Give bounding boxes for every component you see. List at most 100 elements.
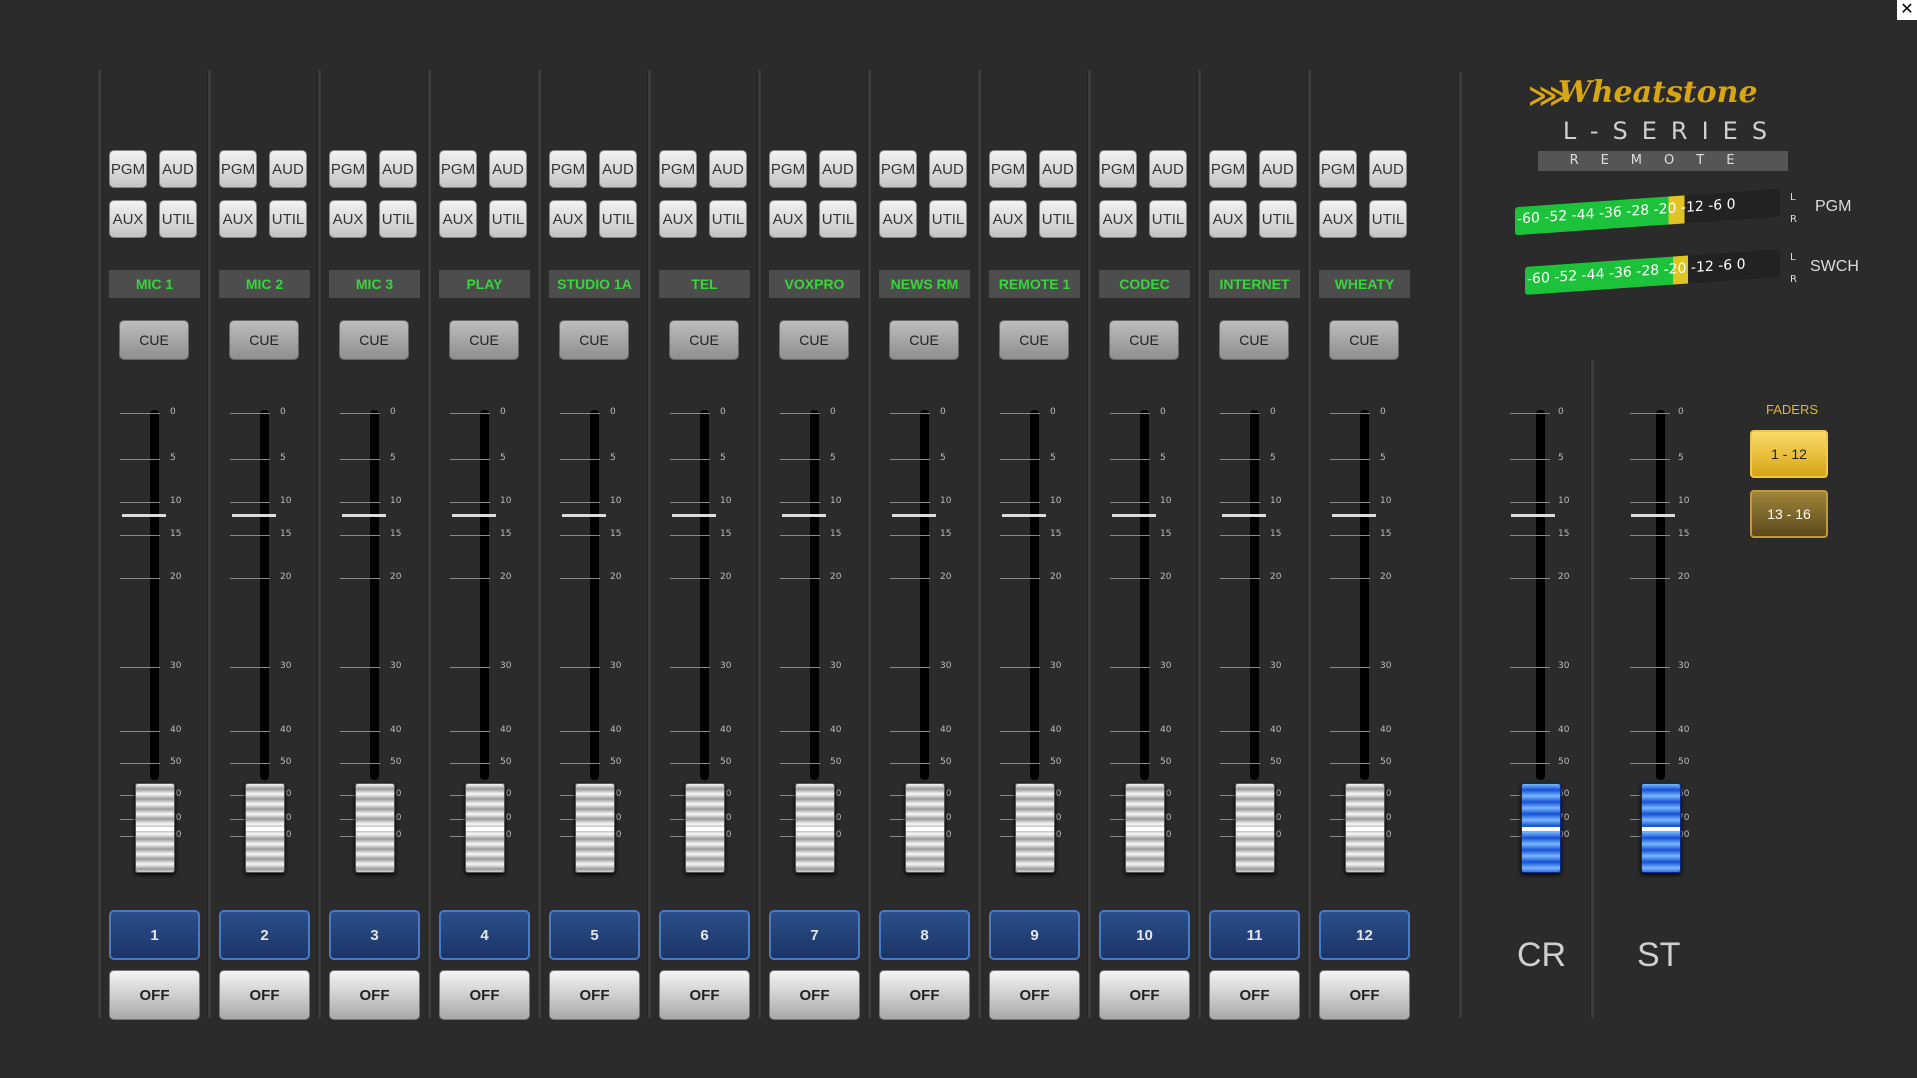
cue-button[interactable]: CUE xyxy=(999,320,1069,360)
pgm-button[interactable]: PGM xyxy=(1209,150,1247,188)
pgm-button[interactable]: PGM xyxy=(989,150,1027,188)
util-button[interactable]: UTIL xyxy=(819,200,857,238)
pgm-button[interactable]: PGM xyxy=(329,150,367,188)
util-button[interactable]: UTIL xyxy=(1259,200,1297,238)
channel-name[interactable]: TEL xyxy=(659,270,750,298)
pgm-button[interactable]: PGM xyxy=(769,150,807,188)
channel-number-button[interactable]: 10 xyxy=(1099,910,1190,960)
fader-knob[interactable] xyxy=(905,783,945,873)
pgm-button[interactable]: PGM xyxy=(1319,150,1357,188)
pgm-button[interactable]: PGM xyxy=(439,150,477,188)
aud-button[interactable]: AUD xyxy=(1369,150,1407,188)
aux-button[interactable]: AUX xyxy=(659,200,697,238)
cue-button[interactable]: CUE xyxy=(449,320,519,360)
off-button[interactable]: OFF xyxy=(989,970,1080,1020)
aud-button[interactable]: AUD xyxy=(929,150,967,188)
channel-name[interactable]: STUDIO 1A xyxy=(549,270,640,298)
fader-knob[interactable] xyxy=(1015,783,1055,873)
aux-button[interactable]: AUX xyxy=(109,200,147,238)
util-button[interactable]: UTIL xyxy=(1149,200,1187,238)
channel-name[interactable]: PLAY xyxy=(439,270,530,298)
off-button[interactable]: OFF xyxy=(219,970,310,1020)
cue-button[interactable]: CUE xyxy=(229,320,299,360)
aux-button[interactable]: AUX xyxy=(879,200,917,238)
off-button[interactable]: OFF xyxy=(549,970,640,1020)
channel-number-button[interactable]: 5 xyxy=(549,910,640,960)
fader-knob[interactable] xyxy=(575,783,615,873)
aux-button[interactable]: AUX xyxy=(1099,200,1137,238)
channel-name[interactable]: MIC 3 xyxy=(329,270,420,298)
cue-button[interactable]: CUE xyxy=(669,320,739,360)
aux-button[interactable]: AUX xyxy=(769,200,807,238)
fader-bank-13-16[interactable]: 13 - 16 xyxy=(1750,490,1828,538)
util-button[interactable]: UTIL xyxy=(489,200,527,238)
aux-button[interactable]: AUX xyxy=(549,200,587,238)
aud-button[interactable]: AUD xyxy=(1039,150,1077,188)
off-button[interactable]: OFF xyxy=(1209,970,1300,1020)
channel-number-button[interactable]: 3 xyxy=(329,910,420,960)
channel-name[interactable]: VOXPRO xyxy=(769,270,860,298)
fader-knob[interactable] xyxy=(245,783,285,873)
aud-button[interactable]: AUD xyxy=(1149,150,1187,188)
cue-button[interactable]: CUE xyxy=(1329,320,1399,360)
channel-number-button[interactable]: 4 xyxy=(439,910,530,960)
util-button[interactable]: UTIL xyxy=(929,200,967,238)
channel-number-button[interactable]: 12 xyxy=(1319,910,1410,960)
off-button[interactable]: OFF xyxy=(109,970,200,1020)
off-button[interactable]: OFF xyxy=(769,970,860,1020)
channel-name[interactable]: WHEATY xyxy=(1319,270,1410,298)
aud-button[interactable]: AUD xyxy=(159,150,197,188)
off-button[interactable]: OFF xyxy=(879,970,970,1020)
channel-number-button[interactable]: 7 xyxy=(769,910,860,960)
cue-button[interactable]: CUE xyxy=(1109,320,1179,360)
close-icon[interactable]: ✕ xyxy=(1897,0,1917,20)
fader-knob[interactable] xyxy=(685,783,725,873)
channel-number-button[interactable]: 2 xyxy=(219,910,310,960)
aux-button[interactable]: AUX xyxy=(329,200,367,238)
aud-button[interactable]: AUD xyxy=(1259,150,1297,188)
util-button[interactable]: UTIL xyxy=(379,200,417,238)
aud-button[interactable]: AUD xyxy=(599,150,637,188)
aux-button[interactable]: AUX xyxy=(1209,200,1247,238)
cue-button[interactable]: CUE xyxy=(889,320,959,360)
aud-button[interactable]: AUD xyxy=(379,150,417,188)
cue-button[interactable]: CUE xyxy=(339,320,409,360)
util-button[interactable]: UTIL xyxy=(709,200,747,238)
channel-name[interactable]: MIC 2 xyxy=(219,270,310,298)
fader-knob[interactable] xyxy=(1235,783,1275,873)
pgm-button[interactable]: PGM xyxy=(549,150,587,188)
pgm-button[interactable]: PGM xyxy=(879,150,917,188)
cue-button[interactable]: CUE xyxy=(779,320,849,360)
channel-number-button[interactable]: 9 xyxy=(989,910,1080,960)
util-button[interactable]: UTIL xyxy=(269,200,307,238)
util-button[interactable]: UTIL xyxy=(159,200,197,238)
fader-knob[interactable] xyxy=(355,783,395,873)
aux-button[interactable]: AUX xyxy=(1319,200,1357,238)
aux-button[interactable]: AUX xyxy=(989,200,1027,238)
pgm-button[interactable]: PGM xyxy=(1099,150,1137,188)
aud-button[interactable]: AUD xyxy=(489,150,527,188)
channel-number-button[interactable]: 11 xyxy=(1209,910,1300,960)
aud-button[interactable]: AUD xyxy=(709,150,747,188)
aux-button[interactable]: AUX xyxy=(219,200,257,238)
channel-name[interactable]: INTERNET xyxy=(1209,270,1300,298)
channel-name[interactable]: NEWS RM xyxy=(879,270,970,298)
cue-button[interactable]: CUE xyxy=(119,320,189,360)
pgm-button[interactable]: PGM xyxy=(659,150,697,188)
fader-knob[interactable] xyxy=(1125,783,1165,873)
master-fader-knob[interactable] xyxy=(1521,783,1561,873)
channel-number-button[interactable]: 6 xyxy=(659,910,750,960)
channel-number-button[interactable]: 8 xyxy=(879,910,970,960)
aud-button[interactable]: AUD xyxy=(269,150,307,188)
pgm-button[interactable]: PGM xyxy=(109,150,147,188)
aux-button[interactable]: AUX xyxy=(439,200,477,238)
channel-name[interactable]: REMOTE 1 xyxy=(989,270,1080,298)
off-button[interactable]: OFF xyxy=(1319,970,1410,1020)
fader-knob[interactable] xyxy=(135,783,175,873)
master-fader-knob[interactable] xyxy=(1641,783,1681,873)
util-button[interactable]: UTIL xyxy=(1039,200,1077,238)
cue-button[interactable]: CUE xyxy=(1219,320,1289,360)
fader-bank-1-12[interactable]: 1 - 12 xyxy=(1750,430,1828,478)
off-button[interactable]: OFF xyxy=(1099,970,1190,1020)
channel-name[interactable]: CODEC xyxy=(1099,270,1190,298)
